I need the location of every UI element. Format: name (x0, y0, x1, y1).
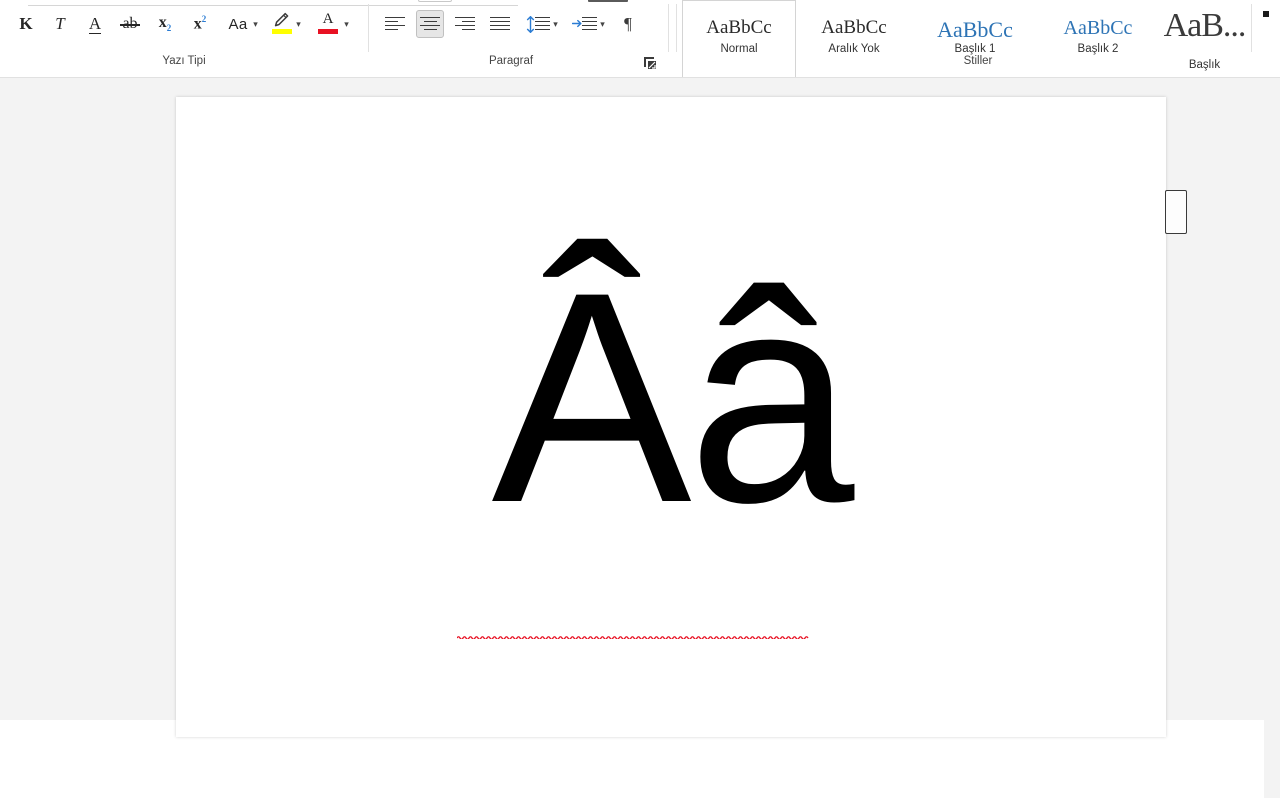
font-group-separator (368, 4, 369, 52)
align-right-button[interactable] (451, 10, 479, 38)
spellcheck-squiggly-underline (457, 635, 810, 639)
bold-glyph: K (19, 14, 32, 34)
text-highlight-chevron-down-icon[interactable]: ▾ (292, 10, 305, 38)
paragraph-dialog-launcher-icon[interactable] (642, 55, 658, 71)
paragraph-group-label: Paragraf (451, 55, 571, 67)
superscript-button[interactable]: x2 (186, 10, 214, 38)
style-no-spacing-preview: AaBbCc (798, 17, 910, 39)
superscript-glyph: x2 (194, 14, 207, 33)
style-no-spacing-label: Aralık Yok (798, 43, 910, 55)
style-heading-1-preview: AaBbCc (913, 17, 1037, 43)
highlighter-pen-icon (271, 12, 293, 36)
underline-glyph: A (89, 15, 101, 34)
show-formatting-marks-button[interactable]: ¶ (614, 10, 642, 38)
font-group-label: Yazı Tipi (124, 55, 244, 67)
subscript-button[interactable]: x2 (151, 10, 179, 38)
font-color-letter: A (317, 11, 339, 28)
font-name-box-stub[interactable] (28, 5, 518, 6)
underline-button[interactable]: A (81, 10, 109, 38)
change-case-glyph: Aa (229, 16, 248, 33)
highlight-color-swatch (272, 29, 292, 34)
justify-button[interactable] (486, 10, 514, 38)
styles-gallery-left-separator (676, 4, 677, 52)
justify-icon (490, 17, 510, 32)
style-normal-preview: AaBbCc (683, 17, 795, 39)
document-body-text[interactable]: Ââ (176, 247, 1166, 547)
font-color-icon: A (317, 12, 339, 36)
font-color-button[interactable]: A (314, 10, 342, 38)
italic-glyph: T (55, 14, 64, 34)
bold-button[interactable]: K (12, 10, 40, 38)
pilcrow-icon: ¶ (624, 14, 632, 34)
indent-icon (573, 17, 597, 32)
ribbon: K T A ab x2 x2 Aa ▾ ▾ A ▾ Yazı Tipi (0, 0, 1280, 78)
line-spacing-icon (526, 17, 550, 32)
style-heading-2[interactable]: AaBbCc Başlık 2 (1039, 0, 1157, 78)
paragraph-group-separator (668, 4, 669, 52)
font-color-swatch (318, 29, 338, 34)
style-heading-2-preview: AaBbCc (1040, 17, 1156, 40)
subscript-glyph: x2 (159, 14, 172, 33)
strikethrough-glyph: ab (122, 15, 137, 33)
line-spacing-chevron-down-icon[interactable]: ▾ (549, 10, 562, 38)
style-normal-label: Normal (683, 43, 795, 55)
document-canvas: Ââ (0, 78, 1280, 720)
align-left-icon (385, 17, 405, 32)
font-color-chevron-down-icon[interactable]: ▾ (340, 10, 353, 38)
vertical-scrollbar-track[interactable] (1264, 156, 1280, 798)
style-heading-2-label: Başlık 2 (1040, 43, 1156, 55)
align-left-button[interactable] (381, 10, 409, 38)
align-right-icon (455, 17, 475, 32)
borders-button-stub[interactable] (588, 0, 628, 2)
style-title-label: Başlık (1159, 59, 1250, 71)
document-page[interactable]: Ââ (176, 97, 1166, 737)
italic-button[interactable]: T (46, 10, 74, 38)
vertical-scrollbar-thumb[interactable] (1165, 190, 1187, 234)
align-center-icon (420, 17, 440, 32)
align-center-button[interactable] (416, 10, 444, 38)
style-no-spacing[interactable]: AaBbCc Aralık Yok (797, 0, 911, 78)
style-heading-1-label: Başlık 1 (913, 43, 1037, 55)
style-normal[interactable]: AaBbCc Normal (682, 0, 796, 78)
styles-gallery-scroll-down-icon[interactable] (1258, 6, 1274, 22)
style-title-preview: AaB... (1159, 7, 1250, 45)
style-title[interactable]: AaB... Başlık (1158, 0, 1251, 78)
styles-gallery-right-separator (1251, 4, 1252, 52)
styles-group-label: Stiller (918, 55, 1038, 67)
indent-chevron-down-icon[interactable]: ▾ (596, 10, 609, 38)
change-case-chevron-down-icon[interactable]: ▾ (249, 10, 262, 38)
font-size-box-stub[interactable] (418, 0, 452, 2)
strikethrough-button[interactable]: ab (116, 10, 144, 38)
